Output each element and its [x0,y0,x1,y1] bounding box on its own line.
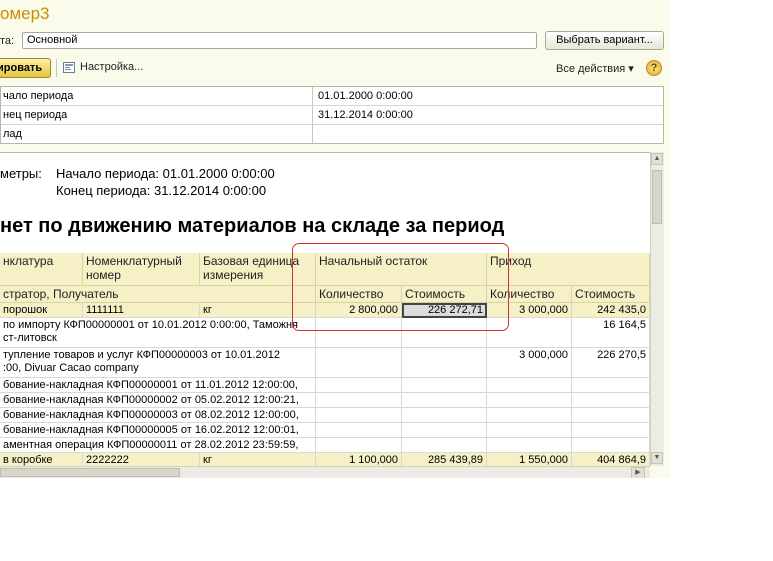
column-divider [312,106,313,124]
highlight-annotation [292,243,509,331]
header-receipt: Приход [487,253,650,286]
report-end-period: Конец периода: 31.12.2014 0:00:00 [56,183,267,198]
column-divider [312,125,313,143]
row-cost-opening[interactable]: 285 439,89 [402,453,487,467]
report-params-label: метры: [0,166,42,181]
row-name-line: :00, Divuar Cacao company [3,362,139,374]
row-cost-receipt[interactable] [572,378,650,393]
param-value[interactable]: 31.12.2014 0:00:00 [318,106,618,124]
row-qty-receipt[interactable]: 3 000,000 [487,348,572,378]
row-qty-receipt[interactable] [487,423,572,438]
row-name[interactable]: тупление товаров и услуг КФП00000003 от … [0,348,316,378]
variant-label: та: [0,35,15,47]
variant-field[interactable]: Основной [22,32,537,49]
row-qty-opening[interactable] [316,378,402,393]
row-name[interactable]: бование-накладная КФП00000002 от 05.02.2… [0,393,316,408]
header-registrar: стратор, Получатель [0,286,316,303]
settings-icon [63,62,75,73]
row-cost-receipt[interactable]: 404 864,9 [572,453,650,467]
row-cost-receipt[interactable]: 16 164,5 [572,318,650,348]
row-cost-receipt[interactable]: 226 270,5 [572,348,650,378]
param-label: чало периода [3,90,74,102]
row-unit[interactable]: кг [200,453,316,467]
row-cost-receipt[interactable] [572,393,650,408]
row-qty-opening[interactable] [316,348,402,378]
window-title: омер3 [0,4,50,23]
header-nom-number: Номенклатурный номер [83,253,200,286]
horizontal-scrollbar[interactable]: ▶ [0,466,650,478]
param-row[interactable]: нец периода 31.12.2014 0:00:00 [1,106,663,125]
row-name[interactable]: аментная операция КФП00000011 от 28.02.2… [0,438,316,453]
report-start-period: Начало периода: 01.01.2000 0:00:00 [56,166,275,181]
row-number[interactable]: 2222222 [83,453,200,467]
row-cost-opening[interactable] [402,423,487,438]
row-qty-opening[interactable] [316,438,402,453]
column-divider [312,87,313,105]
row-name-line: ст-литовск [3,332,57,344]
scroll-thumb[interactable] [0,468,180,477]
help-icon: ? [650,62,658,74]
header-cost-receipt: Стоимость [572,286,650,303]
help-button[interactable]: ? [646,60,662,76]
parameters-table: чало периода 01.01.2000 0:00:00 нец пери… [0,86,664,144]
row-qty-opening[interactable]: 1 100,000 [316,453,402,467]
choose-variant-button[interactable]: Выбрать вариант... [545,31,664,50]
row-name[interactable]: бование-накладная КФП00000005 от 16.02.2… [0,423,316,438]
scroll-up-icon[interactable]: ▲ [651,153,663,165]
row-name[interactable]: бование-накладная КФП00000003 от 08.02.2… [0,408,316,423]
scroll-right-icon[interactable]: ▶ [631,467,645,478]
param-value[interactable] [318,125,618,143]
param-value[interactable]: 01.01.2000 0:00:00 [318,87,618,105]
row-cost-opening[interactable] [402,393,487,408]
row-cost-opening[interactable] [402,378,487,393]
row-qty-opening[interactable] [316,423,402,438]
row-name-line: тупление товаров и услуг КФП00000003 от … [3,349,280,361]
row-name[interactable]: бование-накладная КФП00000001 от 11.01.2… [0,378,316,393]
row-qty-opening[interactable] [316,408,402,423]
row-cost-opening[interactable] [402,348,487,378]
vertical-scrollbar[interactable]: ▲ ▼ [650,152,664,466]
report-title: нет по движению материалов на складе за … [0,215,505,237]
toolbar-separator [56,59,57,77]
row-number[interactable]: 1111111 [83,303,200,318]
row-cost-opening[interactable] [402,438,487,453]
row-qty-receipt[interactable] [487,408,572,423]
header-nomenclature: нклатура [0,253,83,286]
row-name[interactable]: в коробке [0,453,83,467]
row-qty-receipt[interactable] [487,393,572,408]
param-row[interactable]: лад [1,125,663,144]
row-cost-receipt[interactable] [572,423,650,438]
report-window: омер3 та: Основной Выбрать вариант... ир… [0,0,670,478]
row-name[interactable]: по импорту КФП00000001 от 10.01.2012 0:0… [0,318,316,348]
generate-button[interactable]: ировать [0,58,51,78]
param-label: лад [3,128,22,140]
row-qty-receipt[interactable] [487,438,572,453]
row-qty-receipt[interactable] [487,378,572,393]
row-cost-receipt[interactable]: 242 435,0 [572,303,650,318]
row-name[interactable]: порошок [0,303,83,318]
row-qty-opening[interactable] [316,393,402,408]
all-actions-menu[interactable]: Все действия ▾ [556,62,634,75]
row-cost-receipt[interactable] [572,408,650,423]
row-cost-receipt[interactable] [572,438,650,453]
row-name-line: по импорту КФП00000001 от 10.01.2012 0:0… [3,319,298,331]
settings-button[interactable]: Настройка... [61,60,181,76]
row-qty-receipt[interactable]: 1 550,000 [487,453,572,467]
param-label: нец периода [3,109,68,121]
scroll-down-icon[interactable]: ▼ [651,452,663,464]
scroll-thumb[interactable] [652,170,662,224]
row-cost-opening[interactable] [402,408,487,423]
settings-label: Настройка... [80,61,144,73]
param-row[interactable]: чало периода 01.01.2000 0:00:00 [1,87,663,106]
